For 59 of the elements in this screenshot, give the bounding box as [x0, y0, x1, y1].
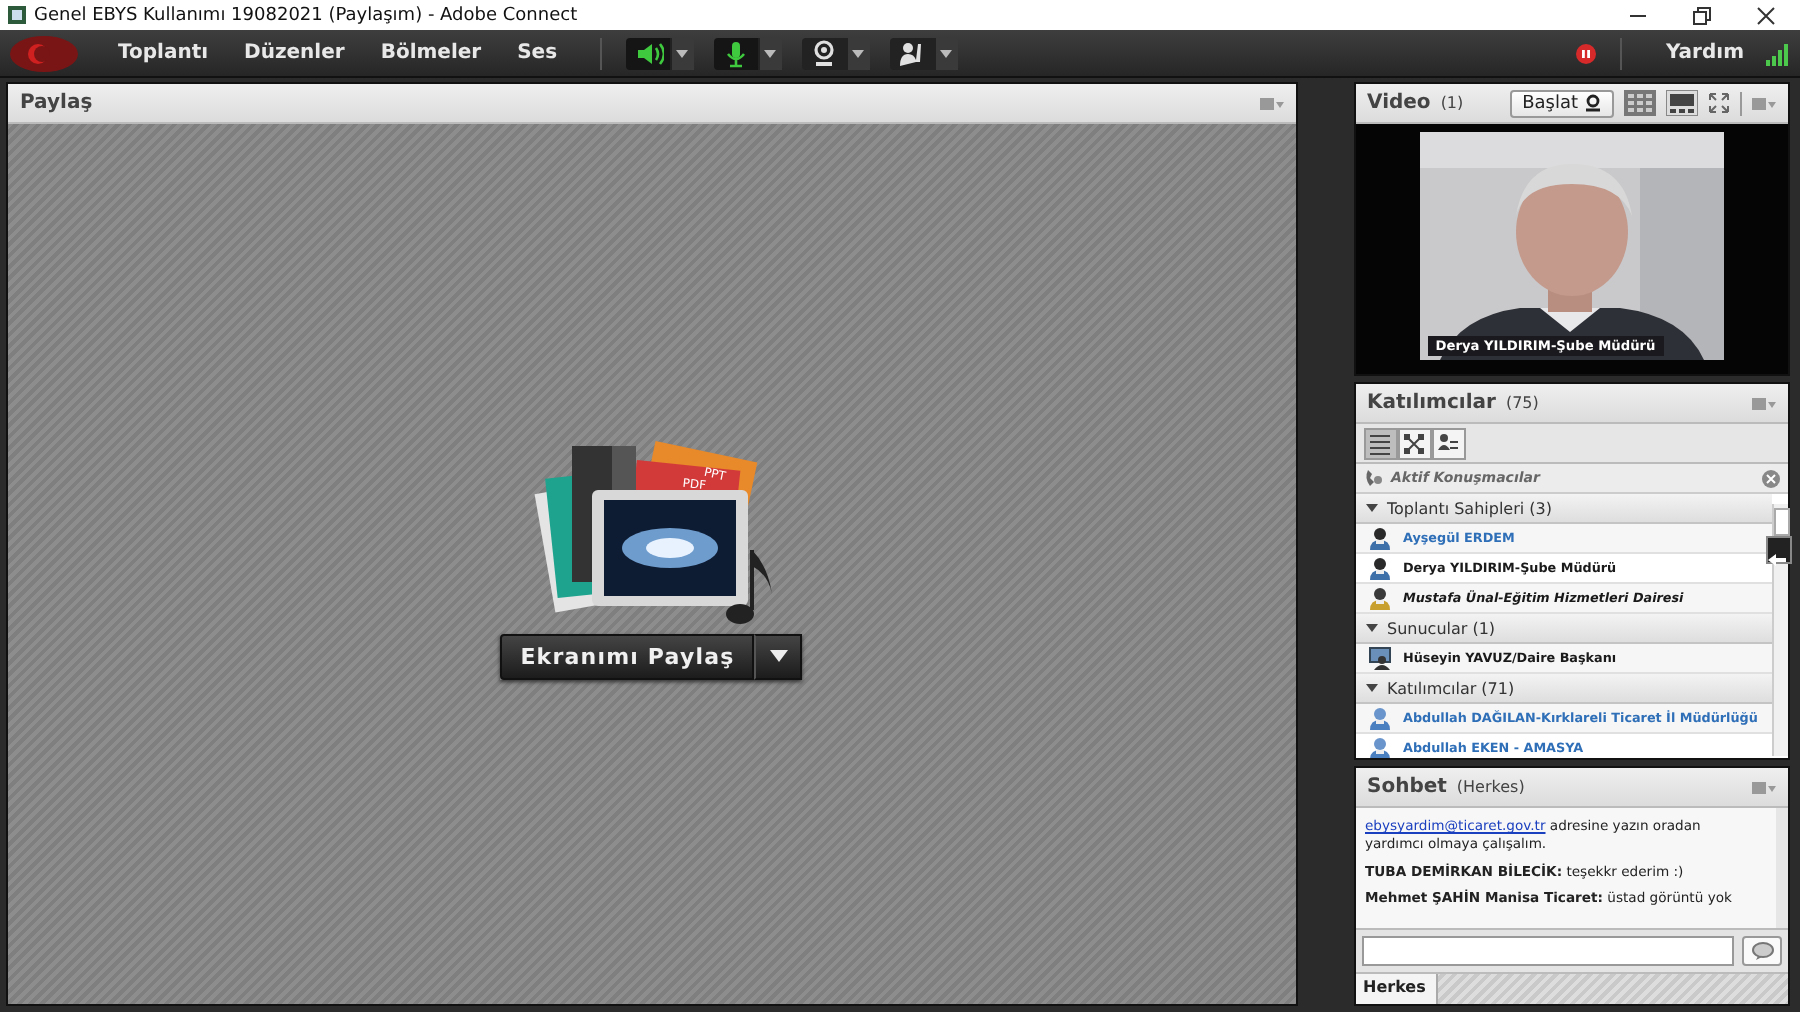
- list-view-icon[interactable]: [1368, 431, 1392, 455]
- phone-icon: [1363, 468, 1383, 488]
- app-icon: [8, 6, 26, 24]
- grid-view-icon[interactable]: [1624, 90, 1656, 116]
- presenter-icon: [1367, 646, 1391, 670]
- menu-item[interactable]: Bölmeler: [362, 42, 500, 64]
- video-count: (1): [1440, 94, 1464, 112]
- menu-item[interactable]: Toplantı: [100, 42, 227, 64]
- menu-item[interactable]: Düzenler: [226, 42, 363, 64]
- attendee-count: (75): [1505, 394, 1539, 412]
- pod-title: Sohbet: [1367, 776, 1447, 798]
- webcam-button[interactable]: [801, 37, 846, 69]
- dropdown-button[interactable]: [757, 37, 782, 69]
- clear-icon[interactable]: [1762, 469, 1780, 487]
- speaker-button[interactable]: [625, 37, 670, 69]
- menu-item[interactable]: Ses: [499, 42, 576, 64]
- speaker-view-icon[interactable]: [1666, 90, 1698, 116]
- expanded-icon: [1365, 502, 1377, 514]
- group-header[interactable]: Toplantı Sahipleri (3): [1355, 494, 1772, 524]
- pod-title: Video: [1367, 92, 1431, 114]
- dock-icon[interactable]: [1766, 536, 1792, 564]
- expanded-icon: [1365, 622, 1377, 634]
- caret-icon: [940, 49, 953, 57]
- dropdown-button[interactable]: [754, 633, 803, 679]
- restore-icon[interactable]: [1692, 5, 1712, 25]
- connections-icon[interactable]: [1402, 431, 1426, 455]
- fullscreen-icon[interactable]: [1708, 92, 1730, 114]
- logo-icon: [8, 33, 80, 73]
- pod-title: Paylaş: [20, 92, 93, 114]
- caret-icon: [769, 650, 788, 662]
- help-menu[interactable]: Yardım: [1645, 42, 1764, 64]
- close-icon[interactable]: [1756, 5, 1776, 25]
- start-button[interactable]: Başlat: [1510, 89, 1614, 117]
- group-header[interactable]: Sunucular (1): [1355, 614, 1772, 644]
- pause-icon[interactable]: [1575, 43, 1596, 63]
- dropdown-button[interactable]: [933, 37, 958, 69]
- signal-icon: [1764, 39, 1792, 67]
- person-list-icon[interactable]: [1436, 431, 1460, 455]
- dropdown-button[interactable]: [845, 37, 870, 69]
- caret-icon: [764, 49, 777, 57]
- speech-bubble-icon: [1751, 942, 1773, 960]
- group-header[interactable]: Katılımcılar (71): [1355, 674, 1772, 704]
- expanded-icon: [1365, 682, 1377, 694]
- chat-scope: (Herkes): [1456, 778, 1525, 796]
- scrollbar-thumb[interactable]: [1774, 508, 1790, 536]
- window-title: Genel EBYS Kullanımı 19082021 (Paylaşım) - Adobe Connect: [34, 5, 580, 25]
- host-icon: [1367, 556, 1391, 580]
- caret-icon: [852, 49, 865, 57]
- participant-icon: [1367, 736, 1391, 758]
- webcam-icon: [1584, 94, 1602, 112]
- pod-title: Katılımcılar: [1367, 392, 1496, 414]
- caret-icon: [676, 49, 689, 57]
- chat-tab[interactable]: Herkes: [1355, 974, 1437, 1004]
- raised-hand-button[interactable]: [889, 37, 934, 69]
- message-input-field[interactable]: [1361, 936, 1734, 966]
- send-button[interactable]: [1742, 936, 1782, 966]
- microphone-button[interactable]: [713, 37, 758, 69]
- dropdown-button[interactable]: [669, 37, 694, 69]
- share-screen-button[interactable]: Ekranımı Paylaş: [500, 633, 755, 679]
